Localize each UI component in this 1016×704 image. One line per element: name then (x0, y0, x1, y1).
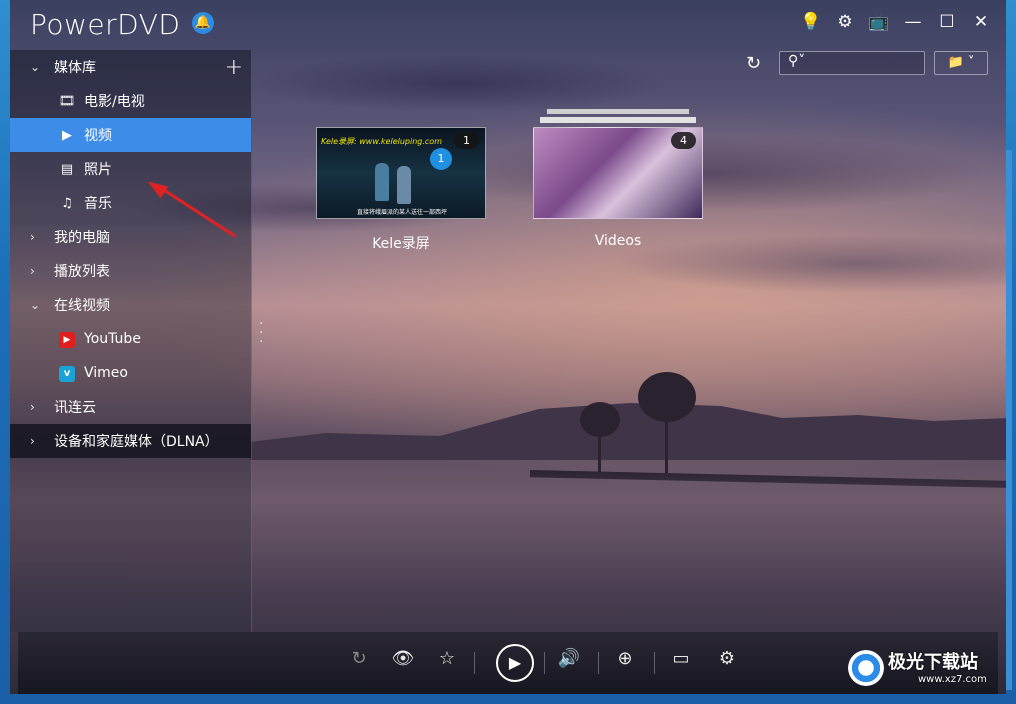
item-count-badge: 1 (454, 132, 479, 149)
settings-gears-icon[interactable]: ⚙ (712, 648, 742, 669)
chevron-right-icon: › (30, 434, 35, 448)
sidebar-item-label: 播放列表 (54, 264, 110, 280)
sidebar-item-movies-tv[interactable]: 🎞 电影/电视 (10, 84, 251, 118)
sidebar: ⌄ 媒体库 + 🎞 电影/电视 ▶ 视频 ▤ 照片 ♫ 音乐 › 我的电脑 › … (10, 50, 252, 632)
sidebar-playlist[interactable]: › 播放列表 (10, 254, 251, 288)
thumbnail-watermark-text: Kele录屏: www.keleluping.com (321, 137, 442, 146)
folder-stack-layer (547, 109, 689, 114)
chevron-down-icon: ⌄ (30, 60, 41, 74)
app-title: PowerDVD (30, 8, 181, 41)
vr-headset-icon[interactable]: ▭ (666, 648, 696, 669)
lightbulb-icon[interactable]: 💡 (794, 10, 828, 34)
separator (654, 652, 655, 674)
repeat-icon[interactable]: ↻ (344, 648, 374, 669)
sidebar-item-label: 在线视频 (54, 298, 110, 314)
video-folder-thumbnail[interactable]: 4 (533, 127, 703, 219)
powerdvd-window: PowerDVD 🔔 💡 ⚙ 📺 — ☐ ✕ ⌄ 媒体库 + 🎞 电影/电视 ▶… (10, 0, 1006, 694)
sidebar-resize-handle[interactable]: · · · (259, 317, 263, 349)
search-icon: ⚲˅ (788, 53, 806, 69)
sidebar-item-videos[interactable]: ▶ 视频 (10, 118, 251, 152)
thumbnail-inner-badge: 1 (430, 148, 452, 170)
chevron-right-icon: › (30, 264, 35, 278)
close-button[interactable]: ✕ (964, 10, 998, 34)
bookmark-star-icon[interactable]: ☆ (432, 648, 462, 669)
chevron-right-icon: › (30, 400, 35, 414)
film-icon: 🎞 (58, 93, 76, 109)
sidebar-item-photos[interactable]: ▤ 照片 (10, 152, 251, 186)
sidebar-item-label: Vimeo (84, 365, 128, 381)
chevron-right-icon: › (30, 230, 35, 244)
watermark-text: 极光下载站 www.xz7.com (888, 648, 987, 685)
sidebar-item-label: YouTube (84, 331, 141, 347)
background-tree-trunk (665, 415, 668, 473)
desktop-edge (1006, 150, 1012, 690)
thumbnail-title[interactable]: Videos (533, 233, 703, 249)
watermark-site: www.xz7.com (918, 674, 987, 685)
sidebar-dlna[interactable]: › 设备和家庭媒体（DLNA） (10, 424, 251, 458)
window-controls: 💡 ⚙ 📺 — ☐ ✕ (794, 10, 998, 34)
sidebar-item-label: 音乐 (84, 196, 112, 212)
sidebar-item-music[interactable]: ♫ 音乐 (10, 186, 251, 220)
thumbnail-figure (375, 163, 389, 201)
sidebar-item-youtube[interactable]: ▶ YouTube (10, 322, 251, 356)
music-note-icon: ♫ (61, 195, 73, 211)
add-icon[interactable]: + (225, 55, 243, 80)
sidebar-item-vimeo[interactable]: v Vimeo (10, 356, 251, 390)
zoom-in-icon[interactable]: ⊕ (610, 648, 640, 669)
sidebar-item-label: 讯连云 (54, 400, 96, 416)
sidebar-item-label: 设备和家庭媒体（DLNA） (54, 434, 219, 450)
sidebar-online-video[interactable]: ⌄ 在线视频 (10, 288, 251, 322)
photo-icon: ▤ (60, 161, 74, 177)
separator (474, 652, 475, 674)
separator (598, 652, 599, 674)
thumbnail-figure (397, 166, 411, 204)
watermark-logo (848, 650, 884, 686)
thumbnail-subtitle: 直接将峨眉派的某人送往一部西坪 (357, 209, 448, 216)
folder-menu-button[interactable]: 📁 ˅ (934, 51, 988, 75)
sidebar-media-library[interactable]: ⌄ 媒体库 + (10, 50, 251, 84)
thumbnail-title[interactable]: Kele录屏 (316, 233, 486, 253)
search-input[interactable] (816, 54, 920, 72)
chevron-down-icon: ⌄ (30, 298, 41, 312)
play-button[interactable]: ▶ (496, 644, 534, 682)
search-box[interactable]: ⚲˅ (779, 51, 925, 75)
separator (544, 652, 545, 674)
video-camera-icon: ▶ (62, 127, 72, 143)
sidebar-item-label: 我的电脑 (54, 230, 110, 246)
sidebar-item-label: 媒体库 (54, 60, 96, 76)
item-count-badge: 4 (671, 132, 696, 149)
maximize-button[interactable]: ☐ (930, 10, 964, 34)
folder-stack-layer (540, 117, 696, 123)
video-folder-thumbnail[interactable]: Kele录屏: www.keleluping.com 1 直接将峨眉派的某人送往… (316, 127, 486, 219)
sidebar-item-label: 视频 (84, 128, 112, 144)
youtube-icon: ▶ (59, 331, 75, 348)
volume-icon[interactable]: 🔊 (554, 648, 584, 669)
background-tree-trunk (598, 432, 601, 472)
sidebar-cloud[interactable]: › 讯连云 (10, 390, 251, 424)
gear-icon[interactable]: ⚙ (828, 10, 862, 34)
title-bar: PowerDVD 🔔 💡 ⚙ 📺 — ☐ ✕ (10, 0, 1006, 50)
tv-mode-icon[interactable]: 📺 (862, 10, 896, 34)
minimize-button[interactable]: — (896, 10, 930, 34)
sidebar-item-label: 电影/电视 (84, 94, 145, 110)
sidebar-item-label: 照片 (84, 162, 112, 178)
notification-bell-icon[interactable]: 🔔 (192, 12, 214, 34)
eye-icon[interactable]: 👁 (388, 648, 418, 669)
vimeo-icon: v (59, 365, 75, 382)
refresh-icon[interactable]: ↻ (746, 53, 761, 74)
watermark-brand: 极光下载站 (888, 652, 978, 673)
